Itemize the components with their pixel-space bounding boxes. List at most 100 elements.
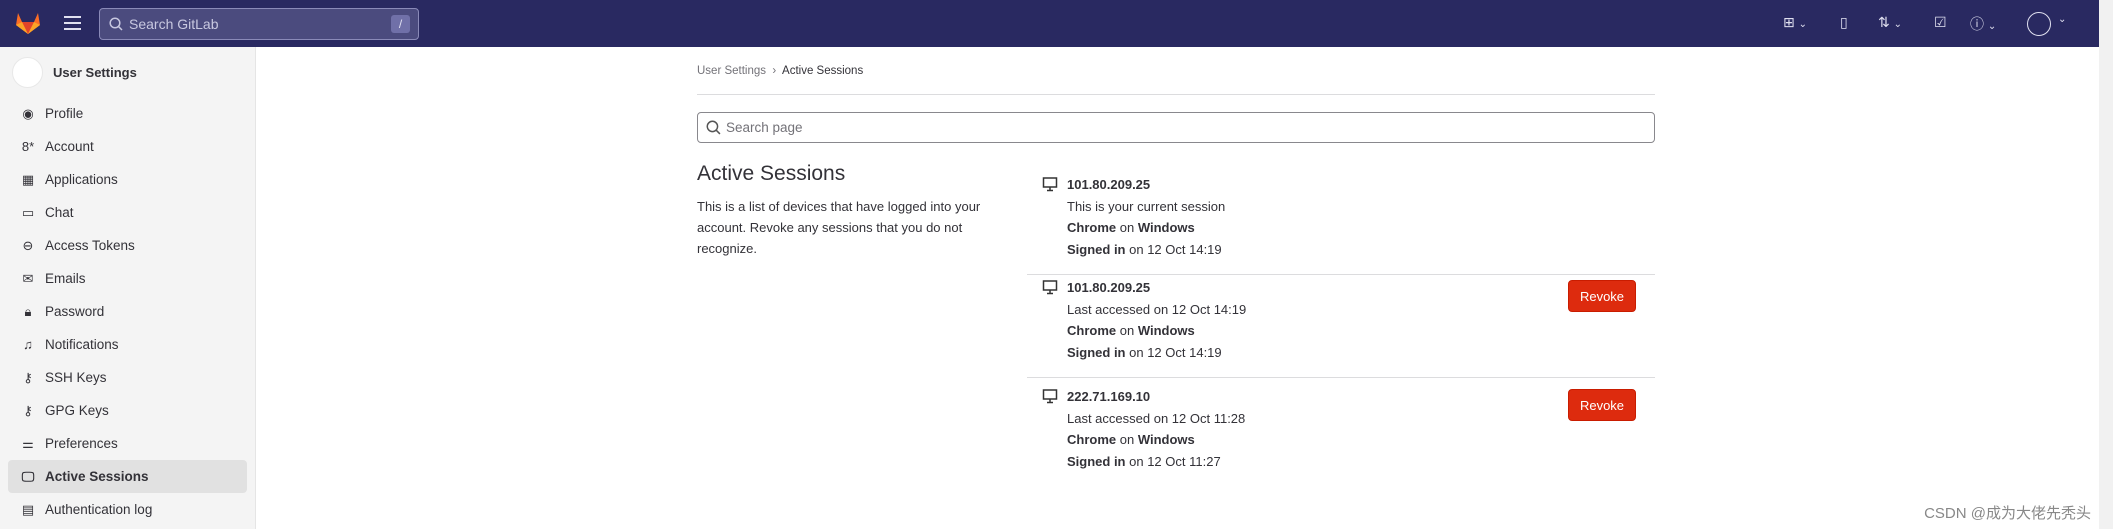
signed-in-time: on 12 Oct 14:19 bbox=[1129, 344, 1222, 360]
session-status: Last accessed on 12 Oct 14:19 bbox=[1067, 301, 1247, 317]
signed-in-time: on 12 Oct 14:19 bbox=[1129, 241, 1222, 257]
session-on: on bbox=[1119, 220, 1135, 235]
session-on: on bbox=[1119, 432, 1135, 447]
sidebar-item-label: Active Sessions bbox=[45, 469, 149, 484]
watermark: CSDN @成为大佬先秃头 bbox=[1924, 505, 2091, 522]
signed-in-time: on 12 Oct 11:27 bbox=[1129, 453, 1221, 469]
account-icon: 8* bbox=[21, 139, 35, 154]
key-icon: ⚷ bbox=[23, 369, 33, 385]
sidebar-item-gpg-keys[interactable]: ⚷ GPG Keys bbox=[8, 394, 247, 427]
session-on: on bbox=[1119, 323, 1135, 338]
session-ip: 222.71.169.10 bbox=[1067, 389, 1151, 404]
search-icon bbox=[109, 17, 123, 31]
monitor-icon bbox=[1042, 389, 1058, 404]
search-page-placeholder: Search page bbox=[726, 120, 803, 135]
session-os: Windows bbox=[1137, 432, 1195, 447]
sidebar-item-chat[interactable]: ▭ Chat bbox=[8, 196, 247, 229]
signed-in-label: Signed in bbox=[1067, 241, 1126, 257]
breadcrumb: User Settings › Active Sessions bbox=[697, 65, 863, 77]
session-ip: 101.80.209.25 bbox=[1067, 280, 1151, 295]
session-ip: 101.80.209.25 bbox=[1067, 177, 1151, 192]
sidebar-item-applications[interactable]: ▦ Applications bbox=[8, 163, 247, 196]
chevron-down-icon[interactable]: ⌄ bbox=[2058, 14, 2066, 25]
monitor-icon bbox=[1042, 280, 1058, 295]
help-button[interactable]: ⓘ ⌄ bbox=[1970, 14, 1996, 34]
sidebar-item-label: Emails bbox=[45, 271, 86, 286]
bell-icon: ♫ bbox=[23, 337, 33, 352]
sidebar-item-label: Account bbox=[45, 139, 94, 154]
sidebar-item-label: Access Tokens bbox=[45, 238, 135, 253]
top-bar: Search GitLab / ⊞ ⌄ ▯ ⇅ ⌄ ☑ ⓘ ⌄ ⌄ bbox=[0, 0, 2099, 47]
sidebar-item-label: SSH Keys bbox=[45, 370, 107, 385]
sidebar-item-label: Password bbox=[45, 304, 105, 319]
sidebar-item-label: Applications bbox=[45, 172, 118, 187]
sidebar-item-label: Chat bbox=[45, 205, 74, 220]
session-status: This is your current session bbox=[1067, 198, 1226, 214]
search-page-input[interactable]: Search page bbox=[697, 112, 1655, 143]
search-gitlab-input[interactable]: Search GitLab / bbox=[99, 8, 419, 40]
divider bbox=[697, 94, 1655, 95]
sidebar-item-profile[interactable]: ◉ Profile bbox=[8, 97, 247, 130]
profile-icon: ◉ bbox=[22, 105, 34, 121]
page-title: Active Sessions bbox=[697, 162, 846, 185]
avatar[interactable] bbox=[2027, 12, 2051, 36]
sidebar-item-notifications[interactable]: ♫ Notifications bbox=[8, 328, 247, 361]
chevron-down-icon: ⌄ bbox=[1893, 19, 1903, 30]
sidebar-item-label: Authentication log bbox=[45, 502, 153, 517]
search-placeholder: Search GitLab bbox=[129, 16, 219, 32]
section-description: This is a list of devices that have logg… bbox=[697, 199, 981, 256]
menu-icon[interactable] bbox=[64, 16, 81, 30]
session-status: Last accessed on 12 Oct 11:28 bbox=[1067, 410, 1246, 426]
sidebar-header[interactable]: User Settings bbox=[12, 57, 137, 88]
sidebar-title: User Settings bbox=[53, 65, 137, 80]
new-menu-button[interactable]: ⊞ ⌄ bbox=[1783, 14, 1807, 31]
session-os: Windows bbox=[1137, 220, 1195, 235]
sidebar-item-preferences[interactable]: ⚌ Preferences bbox=[8, 427, 247, 460]
sidebar: User Settings ◉ Profile 8* Account ▦ Applic… bbox=[0, 47, 256, 529]
avatar bbox=[12, 57, 43, 88]
todo-icon[interactable]: ☑ bbox=[1934, 14, 1947, 31]
issues-icon[interactable]: ▯ bbox=[1840, 14, 1848, 31]
mail-icon: ✉ bbox=[22, 270, 34, 286]
session-os: Windows bbox=[1137, 323, 1195, 338]
merge-request-icon: ⇅ bbox=[1878, 14, 1890, 30]
chevron-right-icon: › bbox=[769, 65, 780, 77]
session-item: 101.80.209.25 Last accessed on 12 Oct 14… bbox=[1027, 269, 1655, 378]
session-item: 101.80.209.25 This is your current sessi… bbox=[1027, 166, 1655, 275]
merge-requests-button[interactable]: ⇅ ⌄ bbox=[1878, 14, 1902, 31]
chevron-down-icon: ⌄ bbox=[1798, 19, 1808, 30]
scrollbar[interactable] bbox=[2099, 0, 2113, 529]
lock-icon: 🔒︎ bbox=[24, 303, 32, 319]
sidebar-item-emails[interactable]: ✉ Emails bbox=[8, 262, 247, 295]
help-icon: ⓘ bbox=[1970, 16, 1984, 32]
gitlab-logo[interactable] bbox=[15, 11, 41, 35]
sidebar-item-ssh-keys[interactable]: ⚷ SSH Keys bbox=[8, 361, 247, 394]
monitor-icon bbox=[1042, 177, 1058, 192]
sidebar-item-authentication-log[interactable]: ▤ Authentication log bbox=[8, 493, 247, 526]
session-browser: Chrome bbox=[1067, 432, 1117, 447]
breadcrumb-parent[interactable]: User Settings bbox=[697, 65, 766, 77]
key-icon: ⚷ bbox=[23, 402, 33, 418]
sidebar-item-label: Profile bbox=[45, 106, 84, 121]
session-browser: Chrome bbox=[1067, 220, 1117, 235]
chat-icon: ▭ bbox=[21, 204, 35, 220]
session-browser: Chrome bbox=[1067, 323, 1117, 338]
revoke-button[interactable]: Revoke bbox=[1568, 280, 1636, 312]
revoke-button[interactable]: Revoke bbox=[1568, 389, 1636, 421]
sidebar-item-active-sessions[interactable]: 🖵 Active Sessions bbox=[8, 460, 247, 493]
sidebar-item-account[interactable]: 8* Account bbox=[8, 130, 247, 163]
sidebar-item-label: Preferences bbox=[45, 436, 118, 451]
sidebar-item-password[interactable]: 🔒︎ Password bbox=[8, 295, 247, 328]
log-icon: ▤ bbox=[21, 501, 35, 517]
sidebar-item-access-tokens[interactable]: ⊖ Access Tokens bbox=[8, 229, 247, 262]
chevron-down-icon: ⌄ bbox=[1987, 21, 1997, 32]
signed-in-label: Signed in bbox=[1067, 453, 1126, 469]
monitor-icon: 🖵 bbox=[21, 468, 35, 484]
signed-in-label: Signed in bbox=[1067, 344, 1126, 360]
session-item: 222.71.169.10 Last accessed on 12 Oct 11… bbox=[1027, 378, 1655, 488]
breadcrumb-current: Active Sessions bbox=[782, 65, 864, 77]
preferences-icon: ⚌ bbox=[22, 435, 34, 451]
plus-square-icon: ⊞ bbox=[1783, 14, 1795, 30]
token-icon: ⊖ bbox=[22, 237, 34, 253]
applications-icon: ▦ bbox=[21, 171, 35, 187]
